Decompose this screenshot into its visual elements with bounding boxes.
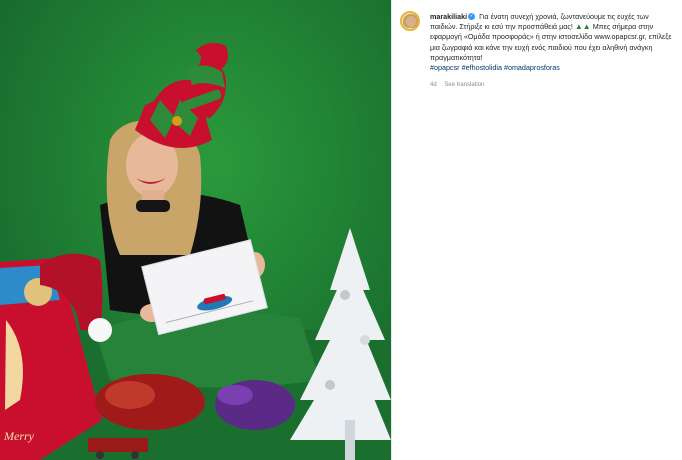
christmas-tree-icon: ▲▲ [574,22,591,32]
see-translation-link[interactable]: See translation [444,82,484,88]
post-time: 4d [430,82,437,88]
post-meta: 4d See translation [430,82,490,88]
hashtag-link[interactable]: #opapcsr [430,63,460,72]
verified-badge-icon: ✓ [468,13,476,21]
svg-text:Merry: Merry [3,429,35,443]
post-photo[interactable]: Merry [0,0,391,460]
photo-scene: Merry [0,0,391,460]
username-link[interactable]: marakiliaki [430,12,467,21]
caption-panel: marakiliaki ✓ Για ένατη συνεχή χρονιά, ζω… [392,0,682,460]
avatar-face [406,16,416,27]
avatar[interactable] [400,11,420,31]
hashtag-link[interactable]: #efhostolidia [462,63,502,72]
hashtag-link[interactable]: #omadaprosforas [504,63,560,72]
post-caption: marakiliaki ✓ Για ένατη συνεχή χρονιά, ζω… [430,12,676,73]
